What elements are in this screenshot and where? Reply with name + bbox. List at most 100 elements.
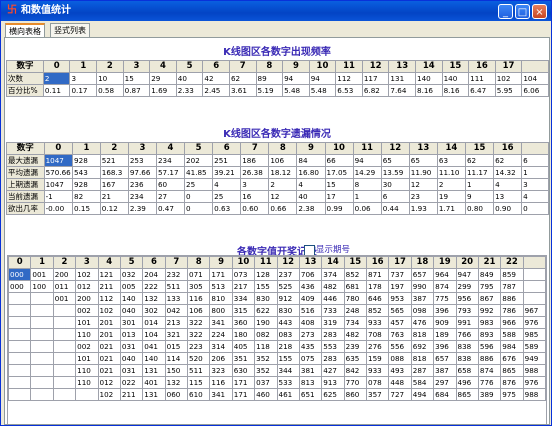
table-cell[interactable]: 40 — [296, 190, 326, 203]
table-cell[interactable]: 66 — [324, 154, 354, 167]
table-cell[interactable]: 323 — [209, 364, 233, 377]
table-cell[interactable]: 341 — [209, 388, 233, 401]
table-cell[interactable]: 849 — [477, 268, 502, 281]
table-cell[interactable]: 204 — [142, 268, 166, 281]
table-cell[interactable]: 106 — [186, 304, 211, 317]
table-cell[interactable]: 167 — [99, 178, 129, 191]
table-cell[interactable]: 273 — [298, 328, 323, 341]
table-cell[interactable]: 5.19 — [255, 84, 284, 97]
table-cell[interactable]: 088 — [388, 352, 412, 365]
column-header[interactable]: 0 — [8, 256, 32, 269]
table-cell[interactable]: 976 — [522, 376, 546, 389]
table-cell[interactable]: 114 — [164, 352, 189, 365]
table-cell[interactable] — [522, 268, 546, 281]
column-header[interactable]: 5 — [119, 256, 144, 269]
column-header[interactable]: 15 — [441, 60, 470, 73]
table-cell[interactable]: 646 — [365, 292, 390, 305]
table-cell[interactable] — [52, 388, 77, 401]
table-cell[interactable]: 396 — [433, 304, 457, 317]
table-cell[interactable] — [522, 292, 546, 305]
table-cell[interactable]: 0.06 — [352, 202, 382, 215]
table-cell[interactable]: 253 — [127, 154, 157, 167]
table-cell[interactable] — [52, 316, 77, 329]
table-cell[interactable]: 692 — [410, 340, 435, 353]
table-cell[interactable]: 283 — [321, 328, 345, 341]
table-cell[interactable]: 62 — [228, 72, 257, 85]
table-cell[interactable]: 446 — [321, 292, 345, 305]
table-cell[interactable]: 031 — [119, 364, 144, 377]
table-cell[interactable]: 352 — [254, 352, 278, 365]
table-cell[interactable]: 276 — [365, 340, 390, 353]
table-cell[interactable]: 159 — [365, 352, 390, 365]
table-cell[interactable]: 12 — [408, 178, 438, 191]
table-cell[interactable]: 482 — [343, 328, 368, 341]
row-label[interactable]: 最大遗漏 — [6, 154, 45, 167]
table-cell[interactable]: 387 — [410, 292, 435, 305]
table-cell[interactable]: 443 — [276, 316, 300, 329]
table-cell[interactable]: 202 — [184, 154, 214, 167]
table-cell[interactable]: 787 — [500, 280, 524, 293]
table-cell[interactable]: 234 — [127, 190, 157, 203]
table-cell[interactable]: 3 — [240, 178, 270, 191]
table-cell[interactable] — [8, 388, 32, 401]
table-cell[interactable]: 793 — [455, 304, 479, 317]
table-cell[interactable]: 708 — [365, 328, 390, 341]
table-cell[interactable]: 6.53 — [335, 84, 363, 97]
table-cell[interactable]: 476 — [410, 316, 435, 329]
table-cell[interactable]: 112 — [97, 292, 121, 305]
table-cell[interactable]: 115 — [186, 376, 211, 389]
table-cell[interactable]: 521 — [99, 154, 129, 167]
table-cell[interactable]: 0.11 — [42, 84, 71, 97]
table-cell[interactable]: 032 — [119, 268, 144, 281]
column-header[interactable]: 2 — [96, 60, 124, 73]
table-cell[interactable]: 6 — [521, 154, 549, 167]
title-bar[interactable]: 卐 和数值统计 _ □ × — [1, 1, 551, 21]
table-cell[interactable]: 178 — [365, 280, 390, 293]
table-cell[interactable]: 482 — [321, 280, 345, 293]
column-header[interactable]: 4 — [155, 142, 186, 155]
table-cell[interactable]: 1047 — [43, 154, 74, 167]
table-cell[interactable]: 588 — [500, 328, 524, 341]
table-cell[interactable] — [30, 328, 54, 341]
table-cell[interactable]: 5.48 — [308, 84, 337, 97]
table-cell[interactable]: 351 — [231, 352, 256, 365]
table-cell[interactable]: 988 — [522, 364, 546, 377]
column-header[interactable]: 3 — [127, 142, 157, 155]
table-cell[interactable]: 25 — [212, 190, 242, 203]
table-cell[interactable]: 41.85 — [184, 166, 214, 179]
table-cell[interactable]: 000 — [8, 280, 32, 293]
table-cell[interactable]: 206 — [209, 352, 233, 365]
table-cell[interactable]: 16.80 — [296, 166, 326, 179]
table-cell[interactable]: 217 — [231, 280, 256, 293]
table-cell[interactable]: 0.63 — [212, 202, 242, 215]
table-cell[interactable]: 18.12 — [268, 166, 298, 179]
column-header[interactable]: 10 — [308, 60, 337, 73]
column-header[interactable]: 6 — [212, 142, 242, 155]
table-cell[interactable]: 516 — [298, 304, 323, 317]
table-cell[interactable]: 6.47 — [468, 84, 496, 97]
column-header[interactable]: 7 — [164, 256, 189, 269]
table-cell[interactable]: 171 — [209, 268, 233, 281]
column-header[interactable]: 13 — [388, 60, 416, 73]
table-cell[interactable]: 0.80 — [464, 202, 495, 215]
table-cell[interactable]: 876 — [500, 376, 524, 389]
table-cell[interactable]: 1 — [521, 166, 549, 179]
table-cell[interactable]: 956 — [455, 292, 479, 305]
table-cell[interactable]: 1.69 — [149, 84, 177, 97]
table-cell[interactable]: 14.32 — [493, 166, 523, 179]
table-cell[interactable]: 913 — [321, 376, 345, 389]
table-cell[interactable] — [522, 280, 546, 293]
table-cell[interactable]: 357 — [365, 388, 390, 401]
table-cell[interactable]: 17.05 — [324, 166, 354, 179]
column-header[interactable]: 5 — [184, 142, 214, 155]
table-cell[interactable]: 140 — [415, 72, 443, 85]
table-cell[interactable]: 12 — [268, 190, 298, 203]
table-cell[interactable]: 015 — [164, 340, 189, 353]
table-cell[interactable]: 830 — [254, 292, 278, 305]
table-cell[interactable]: 315 — [231, 304, 256, 317]
column-header[interactable]: 17 — [388, 256, 412, 269]
table-cell[interactable]: 186 — [240, 154, 270, 167]
table-cell[interactable]: 570.66 — [43, 166, 74, 179]
table-cell[interactable]: 171 — [231, 376, 256, 389]
table-cell[interactable]: 2.33 — [175, 84, 204, 97]
